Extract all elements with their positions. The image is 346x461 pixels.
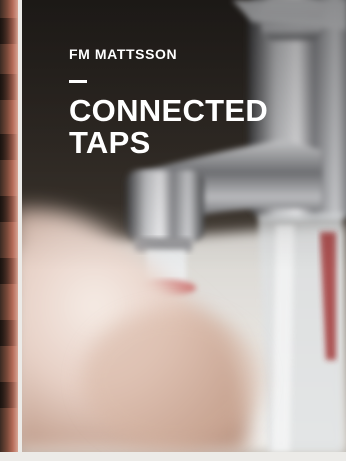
side-card-detail (0, 258, 18, 284)
side-card-detail (0, 382, 18, 408)
side-card-detail (0, 320, 18, 346)
previous-card[interactable] (0, 0, 18, 452)
card-title[interactable]: CONNECTED TAPS (69, 95, 309, 159)
carousel: FM MATTSSON CONNECTED TAPS (0, 0, 346, 461)
side-card-detail (0, 18, 18, 44)
brand-label: FM MATTSSON (69, 46, 178, 62)
card-caption: FM MATTSSON CONNECTED TAPS (69, 45, 309, 159)
title-divider (69, 80, 87, 83)
card-title-line: CONNECTED (69, 93, 269, 128)
side-card-detail (0, 74, 18, 100)
card-title-line: TAPS (69, 125, 151, 160)
side-card-detail (0, 196, 18, 222)
side-card-detail (0, 134, 18, 160)
feature-card[interactable]: FM MATTSSON CONNECTED TAPS (22, 0, 346, 452)
